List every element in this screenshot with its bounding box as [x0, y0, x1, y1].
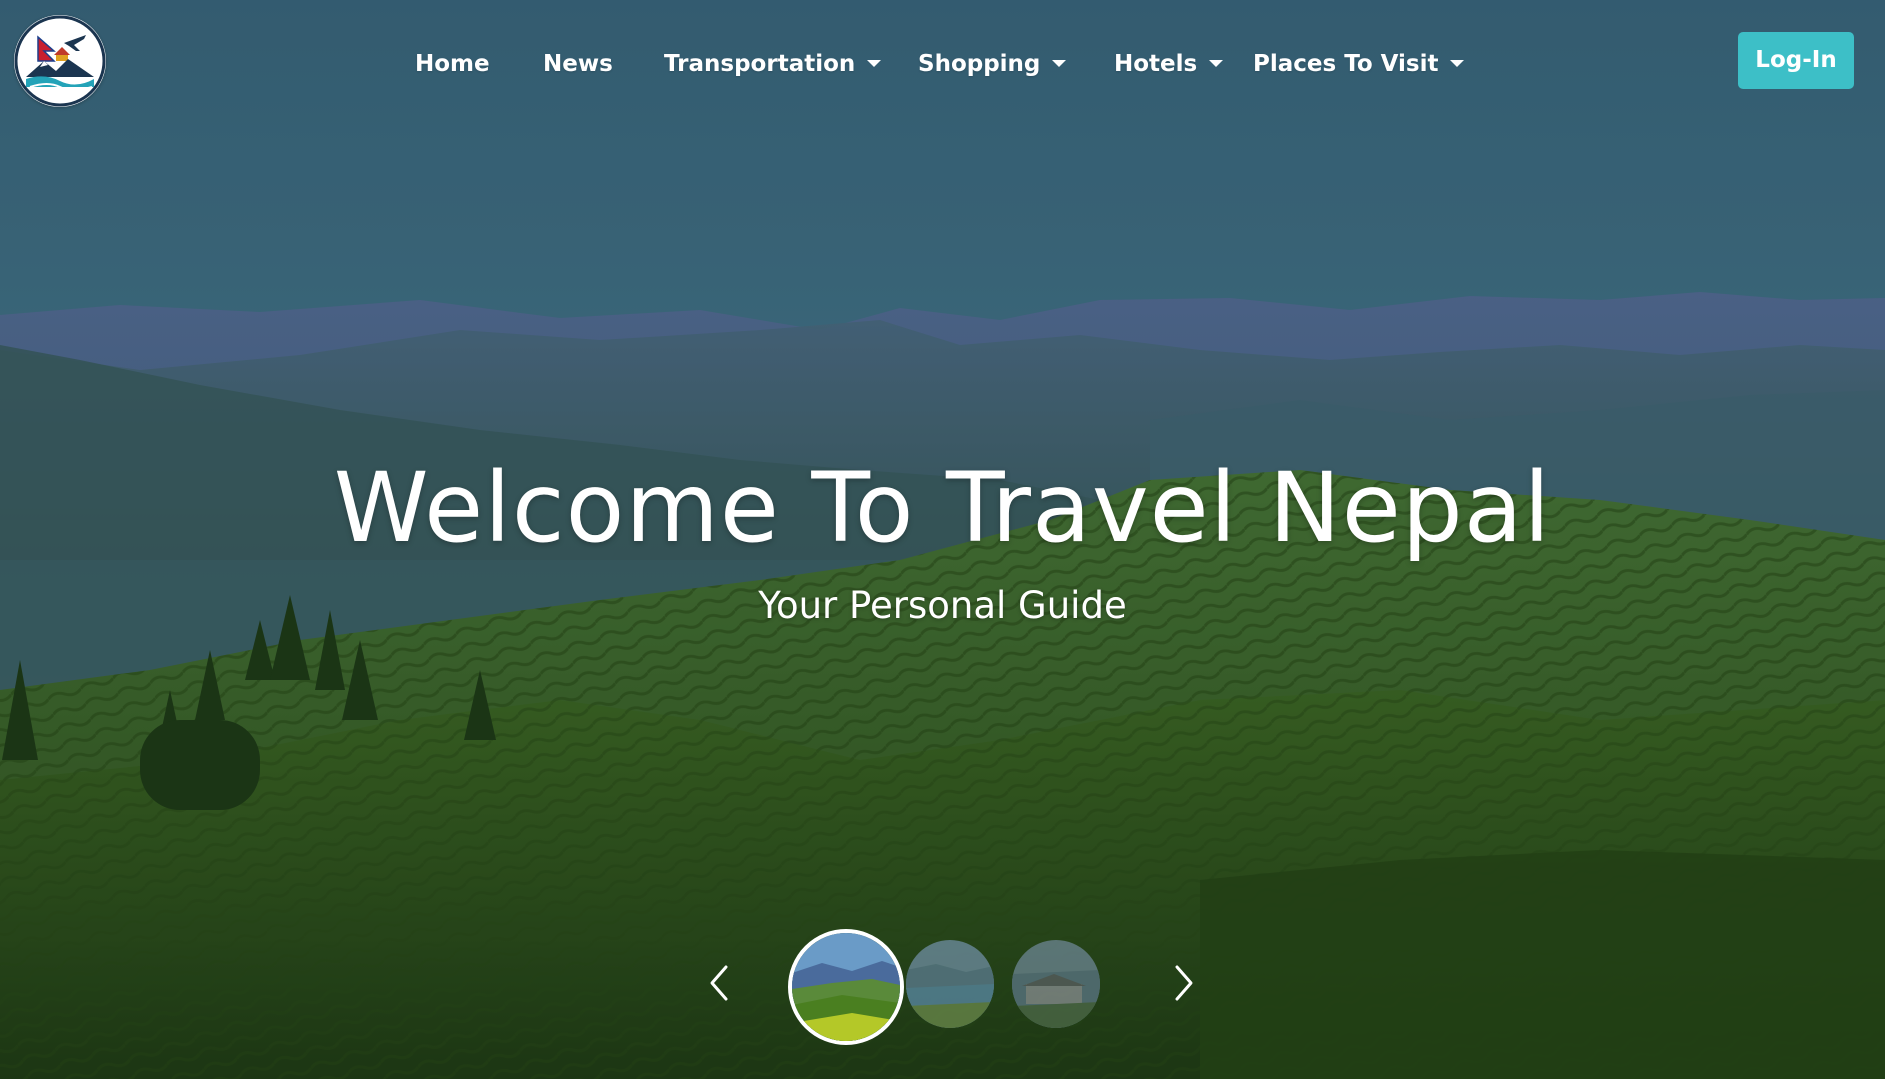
nav-item-places-to-visit[interactable]: Places To Visit — [1253, 44, 1465, 84]
hero-subtitle: Your Personal Guide — [758, 584, 1127, 627]
top-navbar: Home News Transportation Shopping Hotels… — [0, 0, 1885, 124]
nav-item-label: Places To Visit — [1253, 51, 1439, 77]
caret-down-icon — [1052, 60, 1067, 67]
caret-down-icon — [867, 60, 882, 67]
chevron-right-icon — [1175, 965, 1193, 1001]
nav-item-shopping[interactable]: Shopping — [918, 44, 1067, 84]
thumbnail-image — [1012, 940, 1100, 1028]
carousel-thumbnail-3[interactable] — [1012, 940, 1100, 1028]
carousel-prev-button[interactable] — [700, 961, 740, 1005]
nav-menu: Home News Transportation Shopping Hotels… — [0, 44, 1885, 84]
nav-item-transportation[interactable]: Transportation — [664, 44, 882, 84]
caret-down-icon — [1450, 60, 1465, 67]
nav-item-hotels[interactable]: Hotels — [1114, 44, 1224, 84]
carousel-next-button[interactable] — [1163, 961, 1203, 1005]
nav-item-label: Shopping — [918, 51, 1041, 77]
carousel-thumbnail-2[interactable] — [906, 940, 994, 1028]
login-button[interactable]: Log-In — [1738, 32, 1854, 89]
nav-item-label: News — [543, 51, 613, 77]
nav-item-label: Hotels — [1114, 51, 1198, 77]
nav-item-label: Transportation — [664, 51, 856, 77]
hero-title: Welcome To Travel Nepal — [333, 452, 1552, 564]
thumbnail-image — [906, 940, 994, 1028]
nav-item-label: Home — [415, 51, 490, 77]
carousel-thumbnail-1[interactable] — [788, 929, 904, 1045]
nav-item-home[interactable]: Home — [415, 44, 490, 84]
caret-down-icon — [1209, 60, 1224, 67]
thumbnail-image — [792, 933, 900, 1041]
chevron-left-icon — [710, 965, 728, 1001]
nav-item-news[interactable]: News — [543, 44, 613, 84]
hero-section: Home News Transportation Shopping Hotels… — [0, 0, 1885, 1079]
